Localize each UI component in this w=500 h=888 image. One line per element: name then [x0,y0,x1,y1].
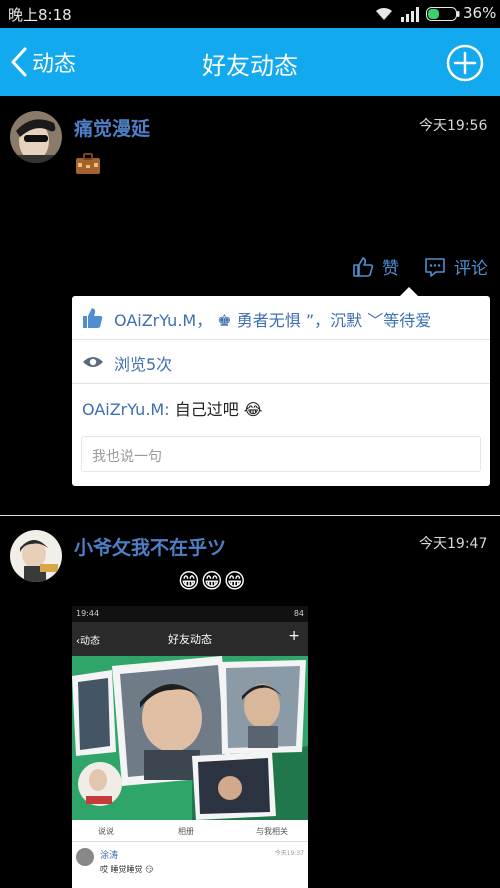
image-entry-time: 今天19:37 [274,850,304,857]
eye-icon [83,357,103,367]
photo-collage [72,656,308,820]
image-status-right: 84 [293,609,304,618]
comment-content: OAiZrYu.M: 自己过吧 😂 [82,396,262,420]
post-time: 今天19:47 [419,536,488,552]
image-entry-avatar [76,848,94,866]
image-entry-text: 哎 睡觉睡觉 😏 [100,865,154,874]
post-divider [0,515,500,516]
avatar[interactable] [10,111,62,163]
views-text: 浏览5次 [114,355,173,374]
reply-input[interactable]: 我也说一句 [81,436,481,472]
comment-text: 自己过吧 😂 [169,400,263,419]
image-tab-album: 相册 [178,827,194,836]
thumbs-up-icon [353,256,374,277]
avatar[interactable] [10,530,62,582]
comment-panel: OAiZrYu.M， ♚ 勇者无惧 ”，沉默 ﹀等待爱 浏览5次 OAiZrYu… [72,287,490,486]
panel-pointer [400,287,418,296]
battery-percent: 36% [463,4,497,22]
status-bar: 晚上8:18 36% [0,0,500,28]
status-time: 晚上8:18 [8,6,72,24]
battery-icon [426,7,460,21]
image-feed-entry: 涂涛 今天19:37 哎 睡觉睡觉 😏 [72,842,308,888]
image-title: 好友动态 [168,633,212,646]
image-status-time: 19:44 [76,609,100,618]
comment-row[interactable]: OAiZrYu.M: 自己过吧 😂 [72,384,490,430]
image-plus-icon: + [288,628,300,644]
page-title: 好友动态 [202,52,298,80]
thumbs-up-filled-icon [83,308,103,328]
add-post-button[interactable] [446,44,484,82]
likes-row[interactable]: OAiZrYu.M， ♚ 勇者无惧 ”，沉默 ﹀等待爱 [72,296,490,340]
post-username[interactable]: 痛觉漫延 [74,114,150,141]
post-image[interactable]: 19:44 84 ‹动态 好友动态 + 说说 相册 与我相关 涂涛 今天19:3… [72,606,308,888]
image-tab-shuoshuo: 说说 [98,827,114,836]
image-title-bar: ‹动态 好友动态 + [72,622,308,656]
post-username[interactable]: 小爷攵我不在乎ツ [74,533,226,560]
likes-text: OAiZrYu.M， ♚ 勇者无惧 ”，沉默 ﹀等待爱 [114,311,432,330]
comment-icon [425,257,445,277]
image-entry-name: 涂涛 [100,851,119,861]
post-time: 今天19:56 [419,118,488,134]
title-bar: 动态 好友动态 [0,28,500,96]
like-button[interactable]: 赞 [352,254,399,279]
wifi-icon [376,7,392,20]
image-tab-bar: 说说 相册 与我相关 [72,820,308,842]
reply-placeholder: 我也说一句 [92,449,162,465]
post-content: 😁😁😁 [178,569,247,593]
views-row: 浏览5次 [72,340,490,384]
comment-button[interactable]: 评论 [424,254,488,279]
briefcase-emoji-icon [76,153,100,174]
user-avatar-image [10,111,62,163]
comment-author[interactable]: OAiZrYu.M: [82,400,170,419]
user-avatar-image [10,530,62,582]
signal-icon [401,7,419,22]
image-tab-related: 与我相关 [256,827,288,836]
image-status-bar: 19:44 84 [72,606,308,622]
like-label: 赞 [382,259,399,279]
comment-label: 评论 [454,259,488,279]
